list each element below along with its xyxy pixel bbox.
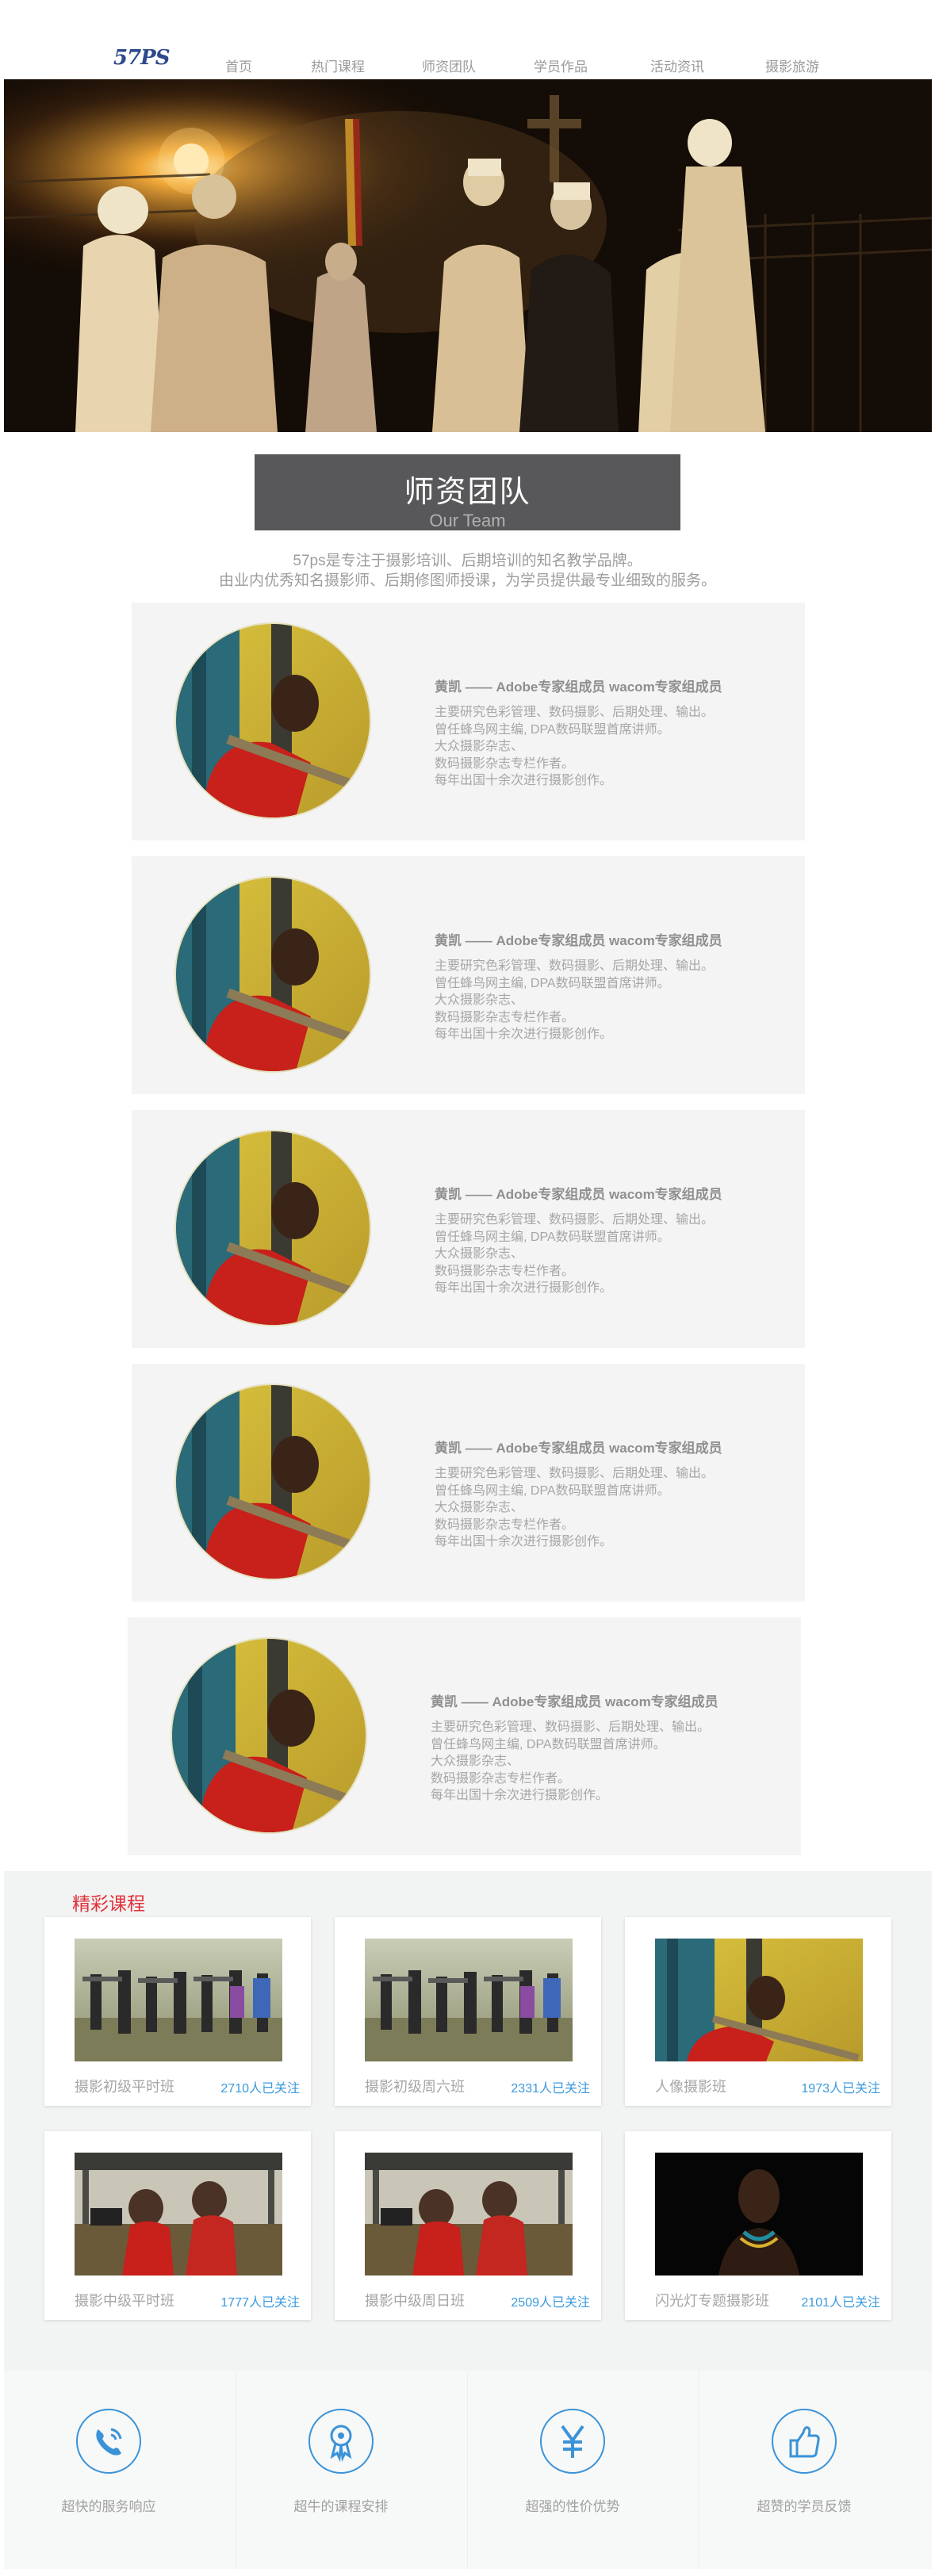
course-name: 人像摄影班 (655, 2079, 726, 2095)
teacher-card[interactable]: 黄凯 —— Adobe专家组成员 wacom专家组成员 主要研究色彩管理、数码摄… (132, 1110, 805, 1348)
feature-label: 超赞的学员反馈 (757, 2499, 852, 2514)
feature-label: 超强的性价优势 (525, 2499, 620, 2514)
course-thumbnail (365, 1939, 573, 2061)
course-followers: 1777人已关注 (220, 2296, 300, 2310)
nav-home[interactable]: 首页 (225, 56, 252, 75)
teacher-desc-line: 主要研究色彩管理、数码摄影、后期处理、输出。 (435, 706, 715, 719)
team-title-en: Our Team (429, 511, 506, 530)
teacher-name: 黄凯 —— Adobe专家组成员 wacom专家组成员 (435, 679, 722, 695)
course-thumbnail (75, 2153, 282, 2276)
teacher-desc-line: 大众摄影杂志、 (431, 1755, 520, 1768)
teacher-desc-line: 每年出国十余次进行摄影创作。 (435, 774, 613, 787)
yen-icon (540, 2409, 605, 2474)
course-card[interactable]: 摄影初级周六班 2331人已关注 (335, 1917, 601, 2106)
teacher-card[interactable]: 黄凯 —— Adobe专家组成员 wacom专家组成员 主要研究色彩管理、数码摄… (132, 856, 805, 1094)
teacher-desc-line: 每年出国十余次进行摄影创作。 (431, 1789, 609, 1802)
team-title-cn: 师资团队 (404, 474, 531, 509)
course-card[interactable]: 摄影初级平时班 2710人已关注 (44, 1917, 311, 2106)
teacher-avatar (174, 622, 371, 819)
courses-section: 精彩课程 摄影初级平时班 2710人已关注 摄影初级周六班 2331人已关注 人… (4, 1871, 932, 2371)
course-name: 摄影初级周六班 (365, 2079, 465, 2095)
nav-photo-travel[interactable]: 摄影旅游 (765, 56, 819, 75)
course-followers: 2101人已关注 (801, 2296, 880, 2310)
teacher-card[interactable]: 黄凯 —— Adobe专家组成员 wacom专家组成员 主要研究色彩管理、数码摄… (132, 603, 805, 840)
hero-banner (4, 79, 932, 432)
course-card[interactable]: 人像摄影班 1973人已关注 (625, 1917, 891, 2106)
course-card[interactable]: 摄影中级周日班 2509人已关注 (335, 2131, 601, 2320)
teacher-card[interactable]: 黄凯 —— Adobe专家组成员 wacom专家组成员 主要研究色彩管理、数码摄… (128, 1617, 801, 1855)
features-section: 超快的服务响应 超牛的课程安排 超强的性价优势 超赞的学员反馈 (4, 2371, 932, 2569)
teacher-desc-line: 大众摄影杂志、 (435, 740, 524, 753)
feature-label: 超快的服务响应 (61, 2499, 156, 2514)
feature-item: 超快的服务响应 (4, 2371, 236, 2569)
nav-hot-courses[interactable]: 热门课程 (311, 56, 365, 75)
team-intro-line-1: 57ps是专注于摄影培训、后期培训的知名教学品牌。 (293, 553, 642, 569)
feature-item: 超强的性价优势 (467, 2371, 699, 2569)
teacher-desc-line: 数码摄影杂志专栏作者。 (435, 1518, 575, 1532)
teacher-desc-line: 每年出国十余次进行摄影创作。 (435, 1028, 613, 1041)
teacher-avatar (174, 1130, 371, 1326)
course-thumbnail (365, 2153, 573, 2276)
course-name: 摄影初级平时班 (75, 2079, 174, 2095)
teacher-card[interactable]: 黄凯 —— Adobe专家组成员 wacom专家组成员 主要研究色彩管理、数码摄… (132, 1364, 805, 1602)
teacher-desc-line: 大众摄影杂志、 (435, 1247, 524, 1261)
phone-icon (76, 2409, 141, 2474)
course-followers: 2710人已关注 (220, 2082, 300, 2096)
teacher-description: 主要研究色彩管理、数码摄影、后期处理、输出。 曾任蜂鸟网主编, DPA数码联盟首… (435, 704, 714, 790)
teacher-avatar (174, 876, 371, 1073)
nav-events[interactable]: 活动资讯 (650, 56, 704, 75)
course-name: 摄影中级周日班 (365, 2293, 465, 2309)
teacher-desc-line: 主要研究色彩管理、数码摄影、后期处理、输出。 (435, 1213, 715, 1227)
teacher-description: 主要研究色彩管理、数码摄影、后期处理、输出。 曾任蜂鸟网主编, DPA数码联盟首… (435, 1465, 714, 1551)
teacher-avatar (171, 1637, 367, 1834)
course-followers: 2509人已关注 (511, 2296, 590, 2310)
teacher-desc-line: 数码摄影杂志专栏作者。 (435, 756, 575, 771)
site-header: 57PS 首页 热门课程 师资团队 学员作品 活动资讯 摄影旅游 (0, 0, 935, 79)
course-followers: 2331人已关注 (511, 2082, 590, 2096)
course-card[interactable]: 摄影中级平时班 1777人已关注 (44, 2131, 311, 2320)
teacher-description: 主要研究色彩管理、数码摄影、后期处理、输出。 曾任蜂鸟网主编, DPA数码联盟首… (435, 958, 714, 1043)
course-thumbnail (655, 2153, 863, 2276)
feature-item: 超牛的课程安排 (236, 2371, 467, 2569)
course-followers: 1973人已关注 (801, 2082, 880, 2096)
medal-icon (308, 2409, 374, 2474)
course-thumbnail (655, 1939, 863, 2061)
teacher-desc-line: 主要研究色彩管理、数码摄影、后期处理、输出。 (435, 1467, 715, 1480)
teacher-desc-line: 大众摄影杂志、 (435, 993, 524, 1007)
feature-item: 超赞的学员反馈 (699, 2371, 930, 2569)
feature-label: 超牛的课程安排 (293, 2499, 389, 2514)
hero-image (4, 79, 932, 432)
teacher-name: 黄凯 —— Adobe专家组成员 wacom专家组成员 (435, 933, 722, 948)
teacher-desc-line: 数码摄影杂志专栏作者。 (431, 1771, 571, 1786)
teacher-desc-line: 曾任蜂鸟网主编, DPA数码联盟首席讲师。 (435, 976, 670, 990)
teacher-desc-line: 曾任蜂鸟网主编, DPA数码联盟首席讲师。 (435, 1483, 670, 1498)
teacher-desc-line: 每年出国十余次进行摄影创作。 (435, 1535, 613, 1548)
teacher-avatar (174, 1384, 371, 1580)
nav-student-works[interactable]: 学员作品 (534, 56, 588, 75)
teacher-desc-line: 曾任蜂鸟网主编, DPA数码联盟首席讲师。 (435, 722, 670, 737)
teacher-desc-line: 主要研究色彩管理、数码摄影、后期处理、输出。 (431, 1721, 711, 1734)
teacher-name: 黄凯 —— Adobe专家组成员 wacom专家组成员 (431, 1694, 718, 1709)
teacher-desc-line: 每年出国十余次进行摄影创作。 (435, 1281, 613, 1295)
teacher-desc-line: 数码摄影杂志专栏作者。 (435, 1264, 575, 1278)
thumbs-up-icon (772, 2409, 837, 2474)
main-nav: 首页 热门课程 师资团队 学员作品 活动资讯 摄影旅游 (0, 56, 935, 75)
teacher-desc-line: 曾任蜂鸟网主编, DPA数码联盟首席讲师。 (435, 1230, 670, 1244)
courses-title: 精彩课程 (72, 1894, 145, 1915)
team-intro-line-2: 由业内优秀知名摄影师、后期修图师授课，为学员提供最专业细致的服务。 (218, 572, 716, 589)
course-card[interactable]: 闪光灯专题摄影班 2101人已关注 (625, 2131, 891, 2320)
teacher-name: 黄凯 —— Adobe专家组成员 wacom专家组成员 (435, 1441, 722, 1456)
teacher-name: 黄凯 —— Adobe专家组成员 wacom专家组成员 (435, 1187, 722, 1202)
course-thumbnail (75, 1939, 282, 2061)
teacher-desc-line: 大众摄影杂志、 (435, 1501, 524, 1514)
course-name: 闪光灯专题摄影班 (655, 2293, 769, 2309)
nav-teachers[interactable]: 师资团队 (422, 56, 476, 75)
teacher-description: 主要研究色彩管理、数码摄影、后期处理、输出。 曾任蜂鸟网主编, DPA数码联盟首… (435, 1211, 714, 1297)
teacher-desc-line: 曾任蜂鸟网主编, DPA数码联盟首席讲师。 (431, 1737, 666, 1751)
teacher-description: 主要研究色彩管理、数码摄影、后期处理、输出。 曾任蜂鸟网主编, DPA数码联盟首… (431, 1719, 710, 1805)
teacher-desc-line: 主要研究色彩管理、数码摄影、后期处理、输出。 (435, 959, 715, 973)
teacher-desc-line: 数码摄影杂志专栏作者。 (435, 1010, 575, 1024)
team-section-title: 师资团队 Our Team (255, 454, 680, 530)
course-name: 摄影中级平时班 (75, 2293, 174, 2309)
